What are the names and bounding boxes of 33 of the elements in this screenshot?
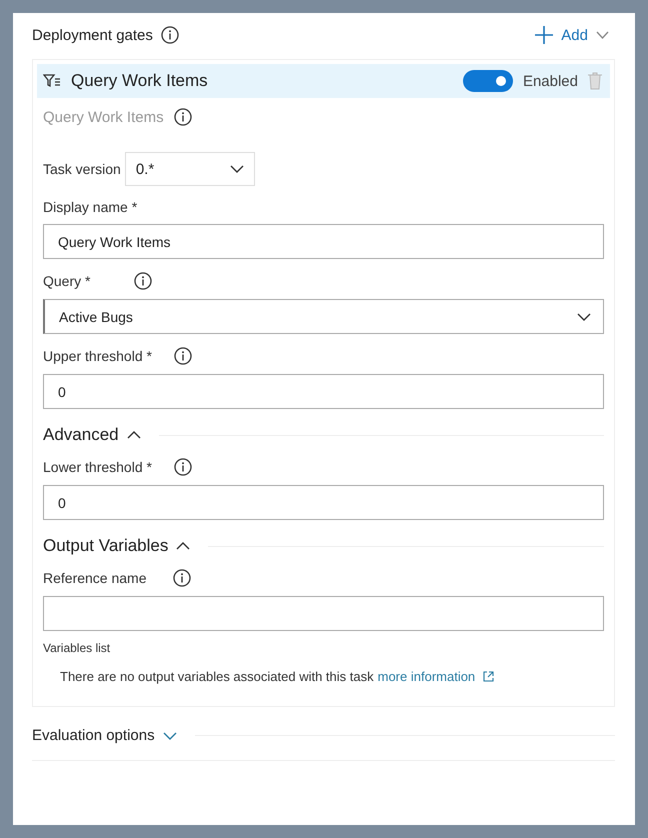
- field-label: Task version: [43, 161, 121, 177]
- info-icon: [160, 26, 179, 44]
- chevron-down-icon: [230, 165, 244, 173]
- input-field[interactable]: [43, 596, 604, 631]
- add-button[interactable]: Add: [535, 26, 609, 44]
- section-heading[interactable]: Advanced: [43, 425, 119, 445]
- section-title: Deployment gates: [32, 26, 153, 44]
- variables-list-label: Variables list: [43, 641, 112, 655]
- external-link-icon: [483, 671, 494, 682]
- field-label: Display name *: [43, 199, 138, 215]
- field-label: Query *: [43, 273, 90, 289]
- toggle-label: Enabled: [522, 72, 578, 90]
- field-label: Lower threshold *: [43, 459, 152, 475]
- gate-title: Query Work Items: [71, 71, 208, 91]
- more-information-link[interactable]: more information: [378, 669, 476, 684]
- version-select[interactable]: 0.*: [124, 152, 255, 186]
- trash-icon[interactable]: [588, 72, 602, 90]
- plus-icon: [535, 26, 554, 44]
- select-field[interactable]: Active Bugs: [43, 299, 604, 334]
- enabled-toggle[interactable]: [462, 70, 513, 92]
- filter-list-icon: [43, 73, 61, 89]
- chevron-down-icon: [596, 31, 609, 39]
- input-field[interactable]: 0: [43, 485, 604, 520]
- section-heading[interactable]: Output Variables: [43, 536, 168, 556]
- task-subtitle: Query Work Items: [43, 108, 164, 126]
- section-heading[interactable]: Evaluation options: [32, 727, 155, 744]
- info-icon: [174, 108, 192, 126]
- field-label: Reference name: [43, 570, 147, 586]
- input-field[interactable]: 0: [43, 374, 604, 409]
- field-label: Upper threshold *: [43, 348, 152, 364]
- input-field[interactable]: Query Work Items: [43, 224, 604, 259]
- empty-message: There are no output variables associated with this task: [60, 669, 374, 684]
- chevron-down-icon: [577, 312, 591, 320]
